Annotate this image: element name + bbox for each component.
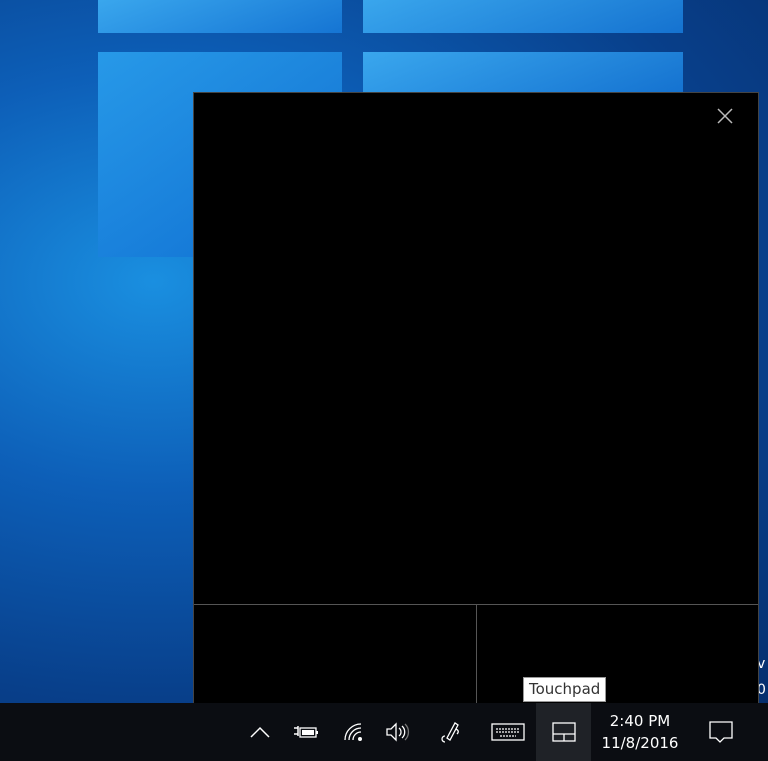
close-button[interactable] xyxy=(714,105,736,127)
chevron-up-icon xyxy=(250,726,270,738)
keyboard-icon xyxy=(491,723,525,741)
close-icon xyxy=(717,108,733,124)
logo-pane xyxy=(98,0,342,33)
wifi-icon xyxy=(344,723,362,741)
show-hidden-icons-button[interactable] xyxy=(245,703,275,761)
touch-keyboard-button[interactable] xyxy=(487,703,529,761)
volume-icon xyxy=(386,722,410,742)
battery-charging-icon xyxy=(294,726,318,738)
logo-pane xyxy=(363,52,683,92)
touchpad-icon xyxy=(551,722,576,742)
clock-button[interactable]: 2:40 PM 11/8/2016 xyxy=(596,703,684,761)
left-click-button[interactable] xyxy=(194,604,477,704)
touchpad-surface[interactable] xyxy=(194,93,758,604)
network-button[interactable] xyxy=(340,703,368,761)
clock-date: 11/8/2016 xyxy=(601,734,679,752)
clock-time: 2:40 PM xyxy=(609,712,671,730)
touchpad-button[interactable] xyxy=(536,703,591,761)
pen-icon xyxy=(441,722,459,743)
battery-button[interactable] xyxy=(290,703,322,761)
right-click-button[interactable] xyxy=(477,604,758,704)
action-center-button[interactable] xyxy=(700,703,742,761)
taskbar: 2:40 PM 11/8/2016 xyxy=(0,703,768,761)
windows-ink-button[interactable] xyxy=(434,703,466,761)
touchpad-tooltip: Touchpad xyxy=(523,677,607,702)
action-center-icon xyxy=(709,721,733,743)
logo-pane xyxy=(363,0,683,33)
touchpad-panel xyxy=(193,92,759,704)
volume-button[interactable] xyxy=(383,703,413,761)
